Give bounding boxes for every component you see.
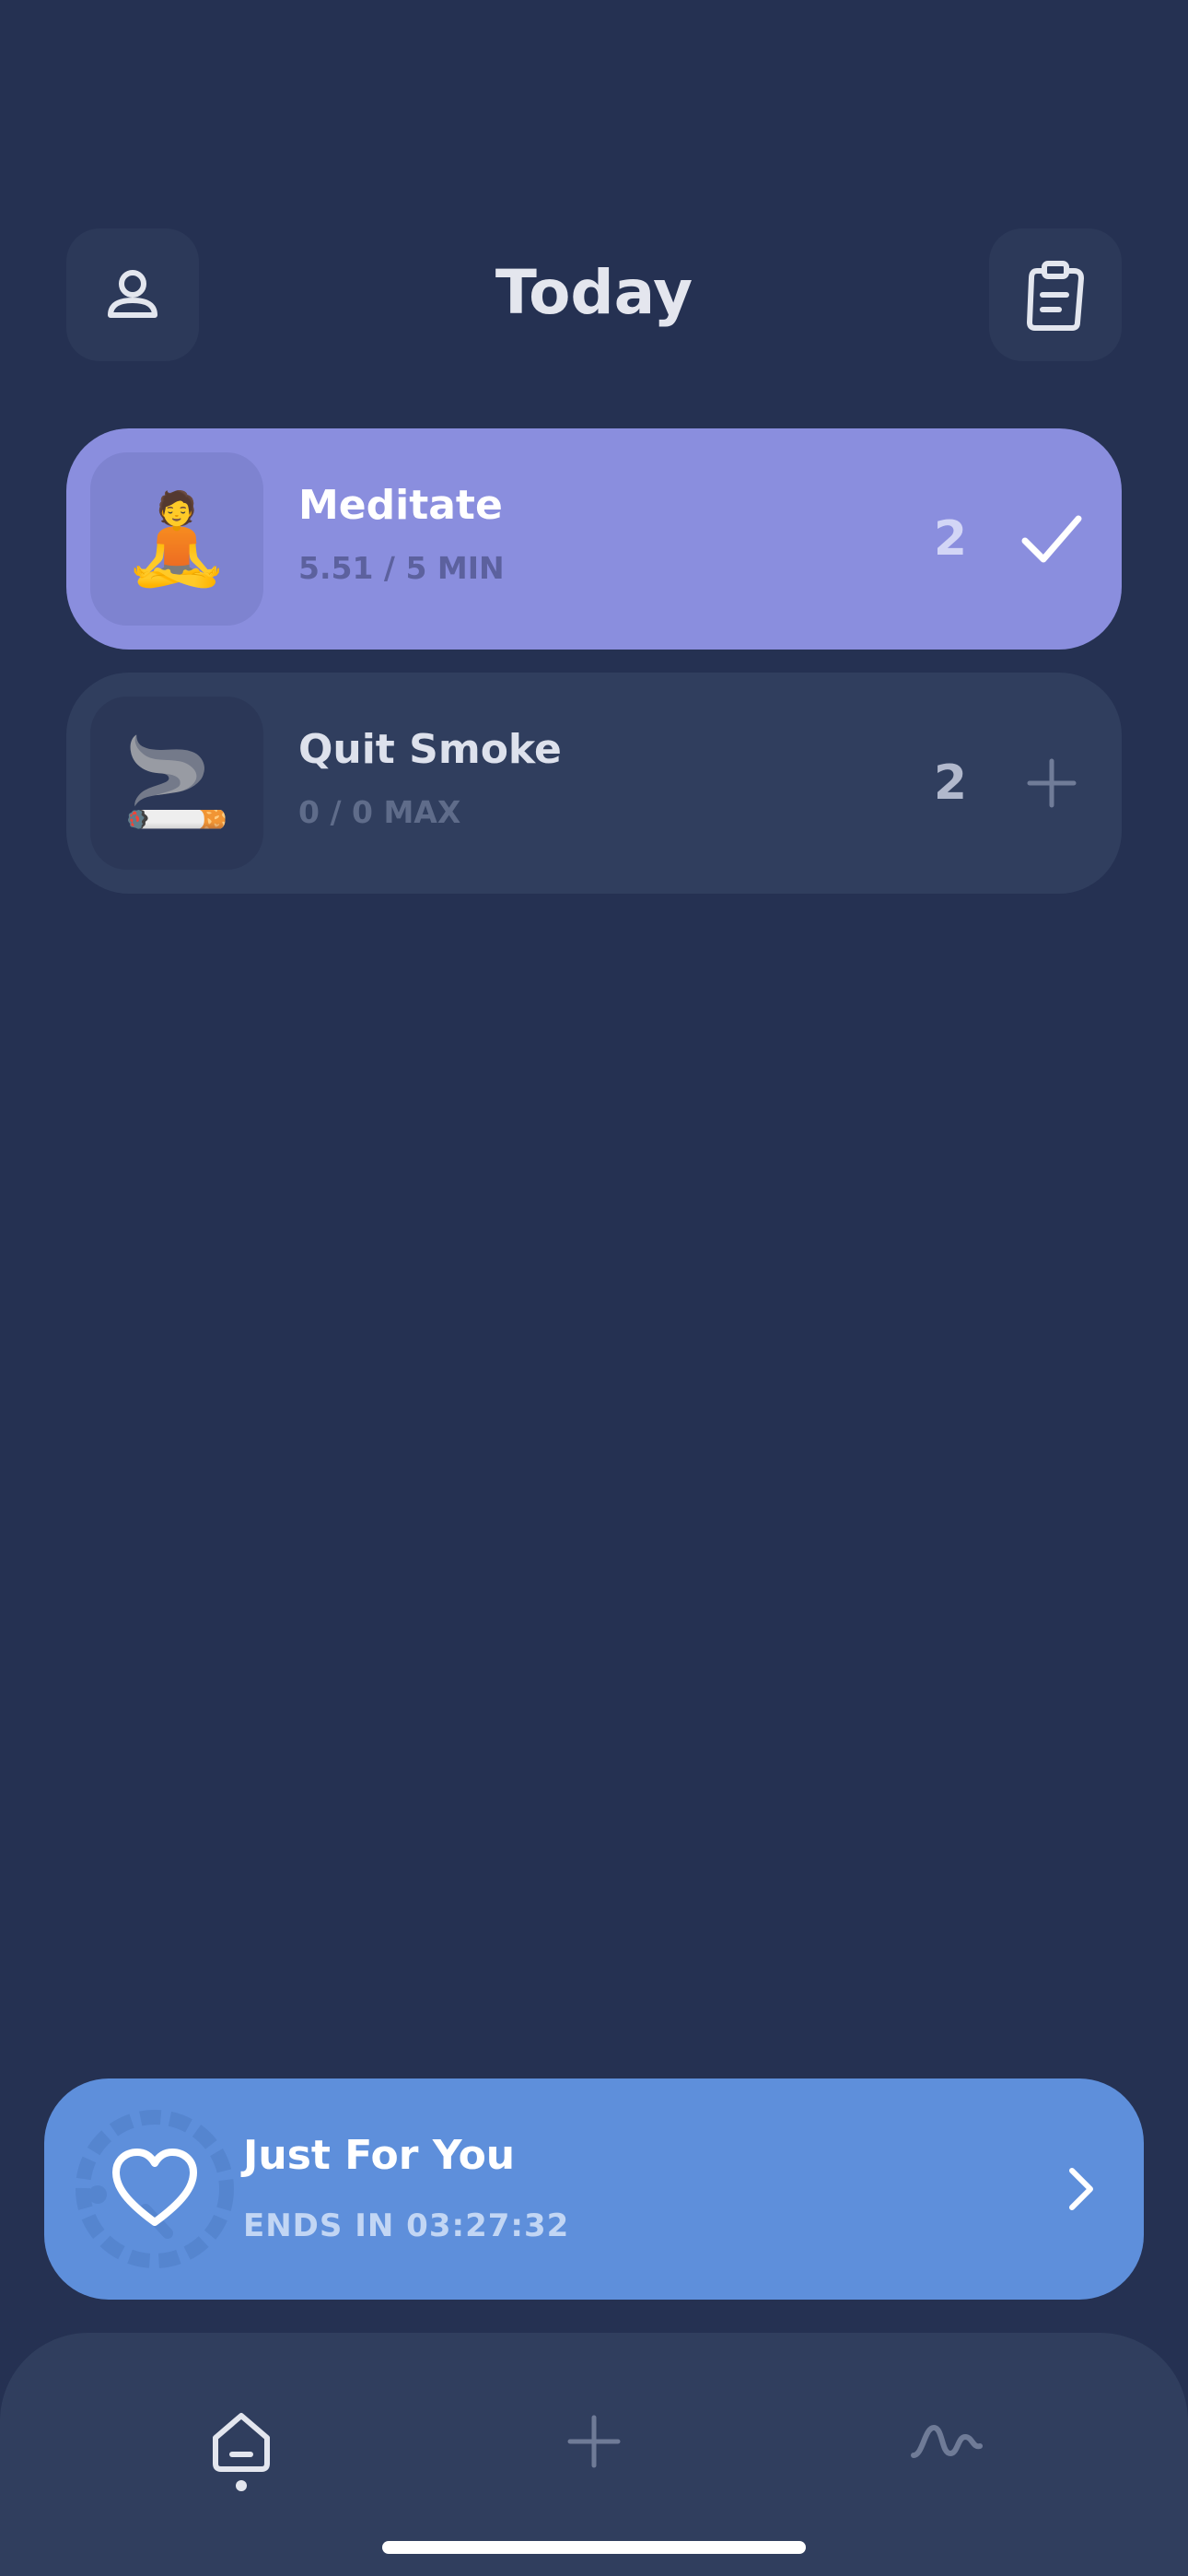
habit-streak-count: 2	[933, 511, 968, 567]
tab-stats[interactable]	[891, 2386, 1002, 2497]
habit-add-button[interactable]	[996, 728, 1107, 838]
tab-add[interactable]	[539, 2386, 649, 2497]
promo-countdown: ENDS IN 03:27:32	[243, 2207, 570, 2244]
just-for-you-banner[interactable]: Just For You ENDS IN 03:27:32	[44, 2078, 1144, 2300]
habit-name: Meditate	[298, 482, 503, 529]
tab-bar	[0, 2333, 1188, 2576]
habit-progress: 0 / 0 MAX	[298, 794, 461, 830]
meditation-icon: 🧘	[122, 487, 232, 591]
heart-icon	[112, 2149, 197, 2226]
habit-card-meditate[interactable]: 🧘 Meditate 5.51 / 5 MIN 2	[66, 428, 1122, 650]
plus-icon	[1027, 758, 1077, 808]
clipboard-icon	[1027, 261, 1084, 331]
habit-emoji-box: 🧘	[90, 452, 263, 626]
log-button[interactable]	[989, 228, 1122, 361]
today-screen: Today 🧘 Meditate 5.51 / 5 MIN 2 🚬 Quit S…	[0, 0, 1188, 2576]
chevron-right-icon	[1069, 2168, 1093, 2210]
habit-emoji-box: 🚬	[90, 697, 263, 870]
plus-icon	[567, 2415, 621, 2468]
promo-title: Just For You	[243, 2132, 516, 2179]
habit-card-quit-smoke[interactable]: 🚬 Quit Smoke 0 / 0 MAX 2	[66, 673, 1122, 894]
habit-name: Quit Smoke	[298, 726, 562, 773]
active-tab-indicator	[236, 2480, 247, 2491]
stats-wave-icon	[911, 2424, 983, 2458]
checkmark-icon	[1021, 515, 1082, 563]
cigarette-icon: 🚬	[122, 732, 232, 835]
habit-complete-button[interactable]	[996, 484, 1107, 594]
habit-streak-count: 2	[933, 755, 968, 811]
habit-progress: 5.51 / 5 MIN	[298, 550, 505, 586]
home-indicator	[382, 2541, 806, 2554]
home-icon	[213, 2413, 270, 2472]
